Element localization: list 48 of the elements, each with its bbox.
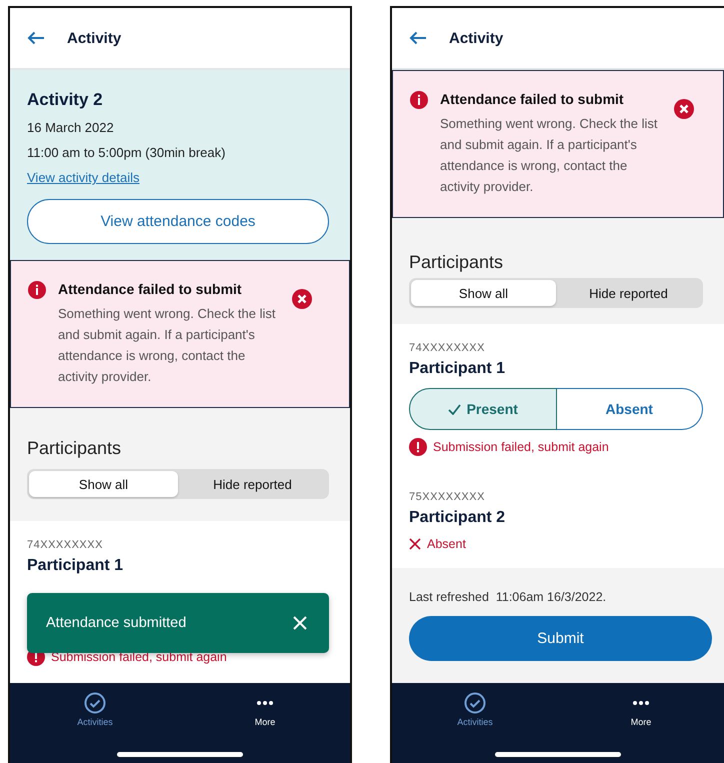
participant-name: Participant 1	[27, 557, 124, 575]
submit-button[interactable]: Submit	[409, 616, 712, 661]
check-icon	[448, 404, 461, 414]
screen-title: Activity	[67, 30, 122, 46]
activity-title: Activity 2	[27, 90, 104, 110]
alert-message: Something went wrong. Check the list and submit again. If a participant's attendance is wrong, contact the activity provider.	[440, 115, 658, 196]
section-heading: Participants	[27, 438, 122, 459]
alert-title: Attendance failed to submit	[440, 91, 625, 107]
details-link[interactable]: View activity details	[27, 170, 140, 185]
alert-message: Something went wrong. Check the list and submit again. If a participant's attendance is wrong, contact the activity provider.	[58, 305, 276, 386]
filter-tab[interactable]: Show all	[411, 280, 556, 306]
participant-id: 74XXXXXXXX	[27, 539, 104, 551]
close-button[interactable]	[293, 616, 307, 630]
close-button[interactable]	[292, 289, 312, 309]
last-refreshed: Last refreshed 11:06am 16/3/2022.	[409, 590, 608, 604]
cross-icon	[409, 538, 421, 550]
error-message: Submission failed, submit again	[433, 440, 609, 454]
check-circle-icon	[464, 692, 486, 714]
filter-tab[interactable]: Show all	[29, 471, 178, 497]
participant-id: 75XXXXXXXX	[409, 491, 486, 503]
participant-name: Participant 1	[409, 360, 506, 378]
filter-tab[interactable]: Hide reported	[556, 280, 701, 306]
error-icon	[410, 91, 428, 109]
activity-time: 11:00 am to 5:00pm (30min break)	[27, 145, 226, 160]
toast-message: Attendance submitted	[46, 615, 186, 631]
nav-tab[interactable]: More	[558, 691, 724, 728]
activity-date: 16 March 2022	[27, 120, 115, 135]
attendance-option[interactable]: Absent	[556, 388, 703, 430]
back-button[interactable]	[409, 31, 427, 45]
attendance-status: Absent	[427, 537, 466, 551]
screen-title: Activity	[449, 30, 504, 46]
close-button[interactable]	[674, 99, 694, 119]
back-button[interactable]	[27, 31, 45, 45]
error-icon	[409, 438, 427, 456]
attendance-codes-button[interactable]: View attendance codes	[27, 199, 329, 244]
attendance-option[interactable]: Present	[409, 388, 556, 430]
nav-tab[interactable]: Activities	[10, 691, 180, 728]
nav-tab[interactable]: More	[180, 691, 350, 728]
nav-tab[interactable]: Activities	[392, 691, 558, 728]
alert-title: Attendance failed to submit	[58, 281, 243, 297]
participant-name: Participant 2	[409, 509, 506, 527]
more-icon	[633, 701, 649, 705]
check-circle-icon	[84, 692, 106, 714]
more-icon	[257, 701, 273, 705]
filter-tab[interactable]: Hide reported	[178, 471, 327, 497]
participant-id: 74XXXXXXXX	[409, 342, 486, 354]
section-heading: Participants	[409, 252, 504, 273]
error-icon	[28, 281, 46, 299]
